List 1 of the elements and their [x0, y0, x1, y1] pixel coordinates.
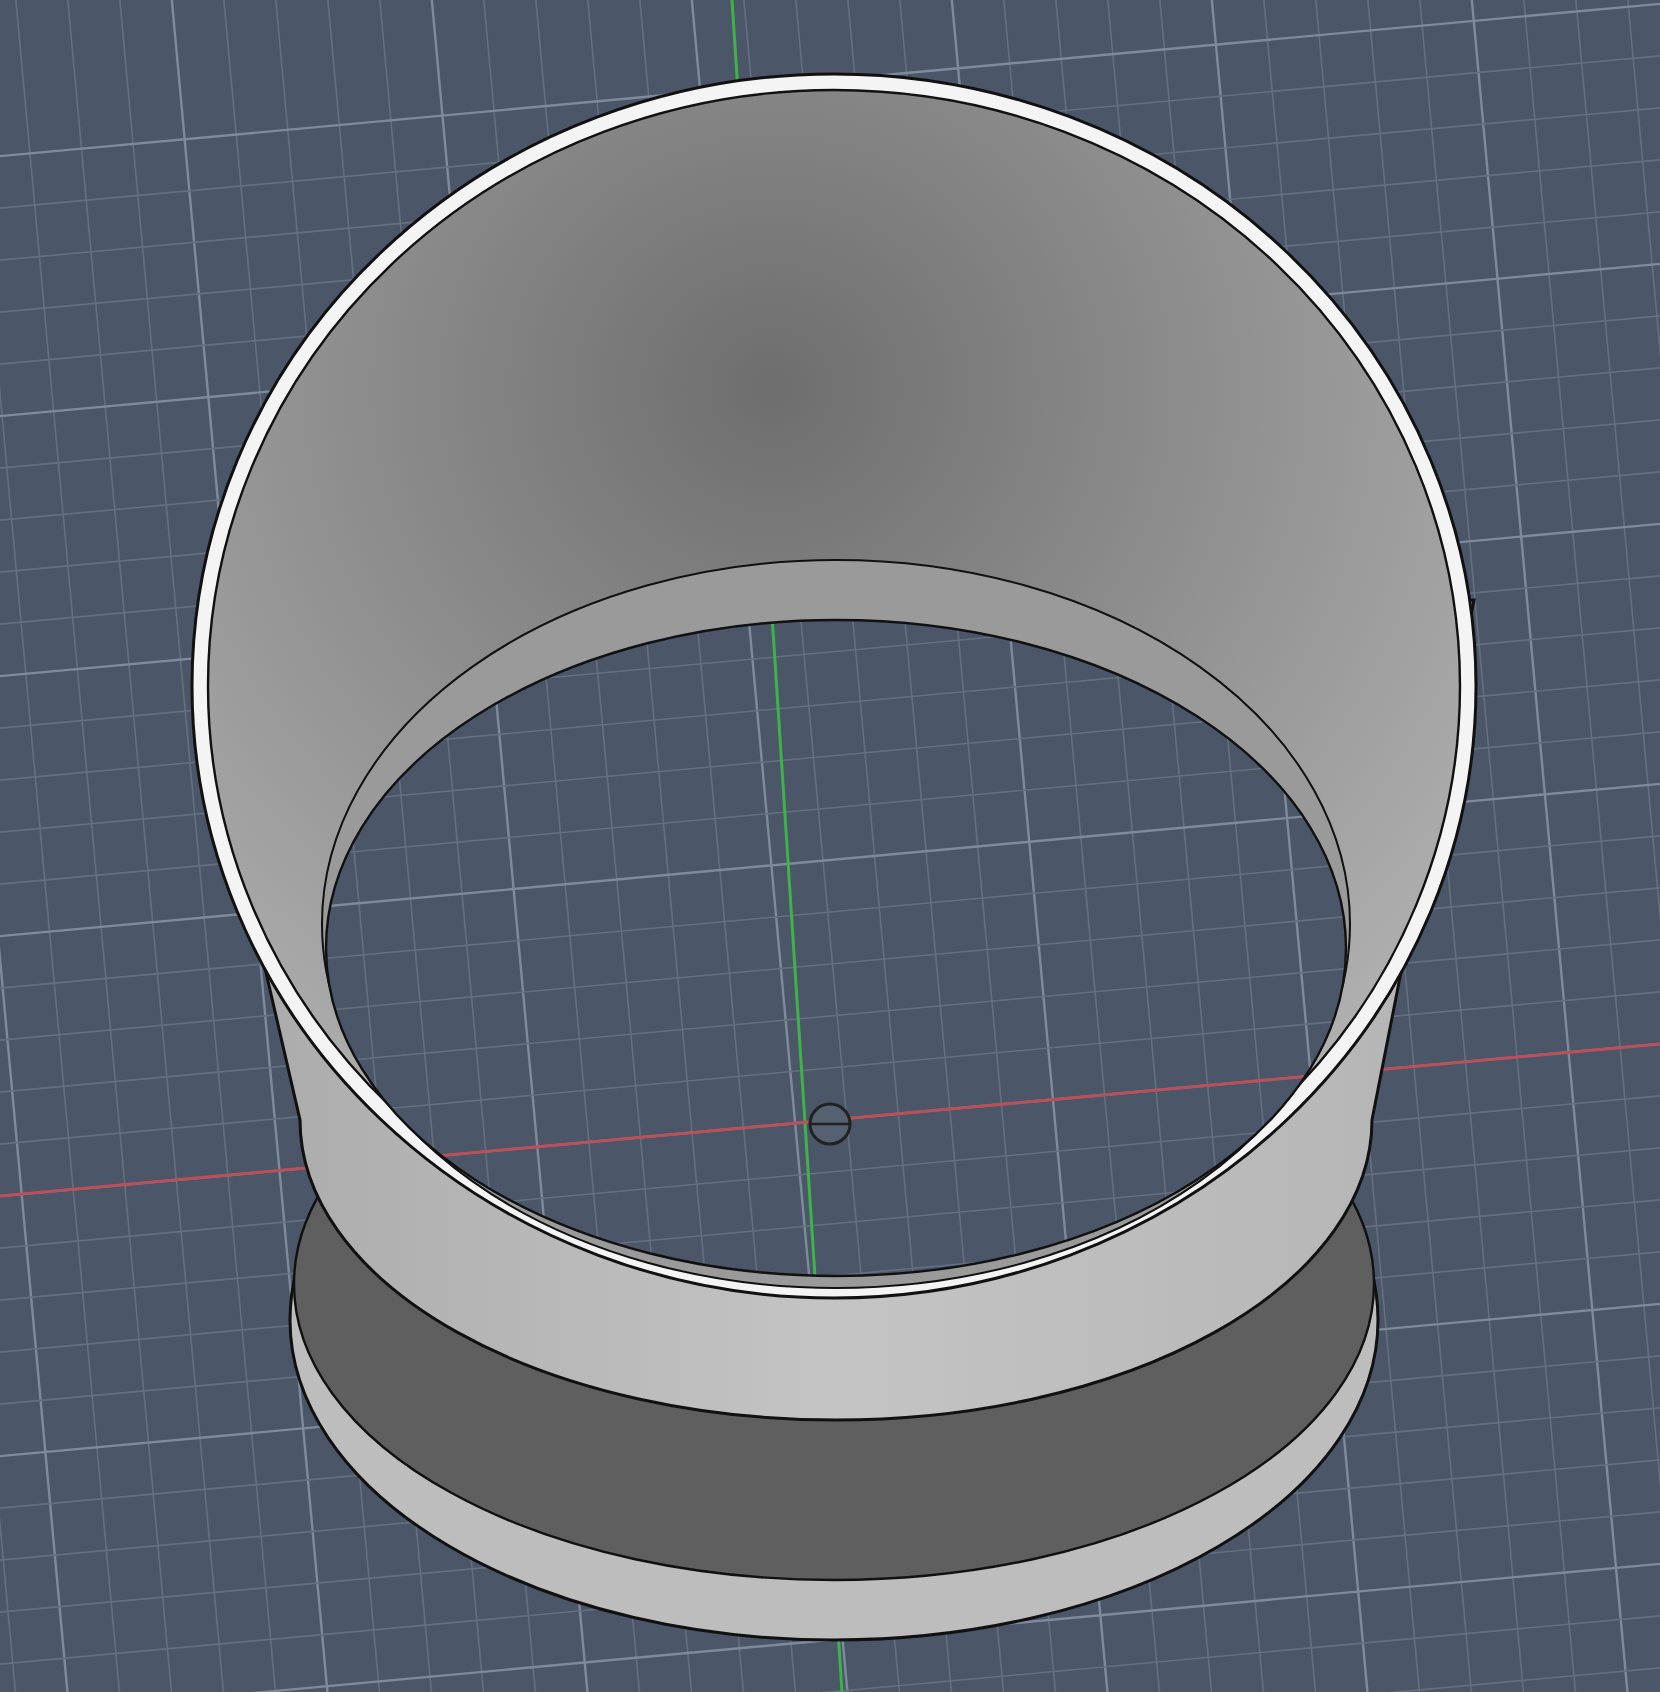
origin-icon: [808, 1102, 852, 1146]
